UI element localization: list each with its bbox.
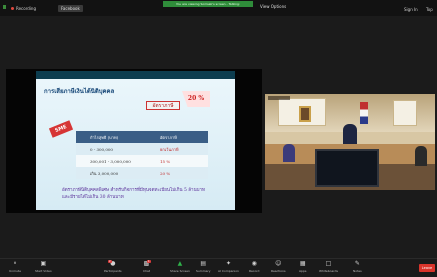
record-button[interactable]: ◉ Record	[249, 260, 260, 274]
toolbar-label: Notes	[353, 269, 362, 273]
shared-screen-panel: การเสียภาษีเงินได้นิติบุคคล อัตราภาษี 20…	[6, 69, 262, 213]
notes-icon: ✎	[354, 260, 360, 267]
table-cell: 20 %	[160, 170, 171, 176]
chat-button[interactable]: ▩ 1 Chat	[143, 260, 151, 273]
toolbar-label: Unmute	[9, 269, 21, 273]
tax-rate-table: กำไรสุทธิ (บาท) อัตราภาษี 0 - 300,000 ยก…	[76, 131, 208, 179]
notes-button[interactable]: ✎ Notes	[353, 260, 362, 274]
participants-button[interactable]: ● 2 Participants	[104, 260, 122, 273]
ai-companion-button[interactable]: ✦ AI Companion	[218, 260, 239, 274]
table-header-cell: กำไรสุทธิ (บาท)	[90, 134, 119, 140]
chat-badge: 1	[147, 260, 151, 263]
slide-note: อัตราภาษีนิติบุคคลพิเศษ สำหรับกิจการที่ม…	[62, 188, 205, 200]
presentation-slide: การเสียภาษีเงินได้นิติบุคคล อัตราภาษี 20…	[36, 71, 235, 210]
record-dot-icon	[11, 7, 14, 10]
whiteboard-icon: □	[325, 260, 332, 267]
toolbar-label: Apps	[299, 269, 307, 273]
share-screen-button[interactable]: ▲ Share Screen	[170, 260, 190, 274]
start-video-button[interactable]: ▣ Start Video	[35, 260, 52, 274]
video-name-tag	[268, 96, 290, 100]
toolbar-label: Whiteboards	[319, 269, 338, 273]
share-screen-icon: ▲	[177, 260, 183, 267]
security-shield-icon[interactable]	[3, 5, 6, 9]
toolbar-label: Record	[249, 269, 260, 273]
slide-rate-value: 20 %	[182, 91, 210, 107]
view-options-button[interactable]: View Options	[260, 4, 286, 9]
video-portrait	[299, 106, 311, 122]
toolbar-label: AI Companion	[218, 269, 239, 273]
toolbar-label: Reactions	[271, 269, 286, 273]
slide-rate-label: อัตราภาษี	[146, 101, 180, 110]
table-cell: ยกเว้นภาษี	[160, 146, 179, 152]
toolbar-label: Chat	[143, 269, 151, 273]
table-cell: 0 - 300,000	[90, 146, 113, 152]
leave-button[interactable]: Leave	[419, 264, 435, 272]
participant-video[interactable]	[265, 94, 435, 190]
participants-count: 2	[108, 260, 112, 263]
talking-banner: You are viewing Somsak's screen - Talkin…	[163, 1, 253, 7]
table-row: 300,001 - 3,000,000 15 %	[76, 155, 208, 167]
recording-label: Recording	[16, 6, 37, 11]
apps-icon: ▦	[299, 260, 306, 267]
video-person	[283, 144, 295, 162]
table-cell: 15 %	[160, 158, 171, 164]
video-board-right	[393, 100, 417, 126]
smile-icon: ☺	[275, 260, 282, 267]
summary-icon: ▤	[200, 260, 207, 267]
video-tv-screen	[315, 149, 379, 187]
toolbar-label: Start Video	[35, 269, 52, 273]
sme-tag: SME	[48, 120, 74, 138]
summary-button[interactable]: ▤ Summary	[196, 260, 211, 274]
table-row: 0 - 300,000 ยกเว้นภาษี	[76, 143, 208, 155]
camera-icon: ▣	[40, 260, 47, 267]
table-header-row: กำไรสุทธิ (บาท) อัตราภาษี	[76, 131, 208, 143]
toolbar-label: Participants	[104, 269, 122, 273]
top-bar: Recording Facebook You are viewing Somsa…	[0, 0, 437, 16]
table-cell: เกิน 3,000,000	[90, 170, 119, 176]
unmute-button[interactable]: ⚬ Unmute	[9, 260, 21, 274]
table-header-cell: อัตราภาษี	[160, 134, 177, 140]
meeting-toolbar: ⚬ Unmute ▣ Start Video ● 2 Participants …	[0, 258, 437, 277]
table-cell: 300,001 - 3,000,000	[90, 158, 131, 164]
reactions-button[interactable]: ☺ Reactions	[271, 260, 286, 274]
record-icon: ◉	[251, 260, 257, 267]
toolbar-label: Summary	[196, 269, 211, 273]
video-person	[343, 124, 357, 144]
video-person	[415, 146, 427, 166]
facebook-live-badge[interactable]: Facebook	[58, 5, 83, 12]
recording-indicator[interactable]: Recording	[11, 6, 36, 11]
whiteboards-button[interactable]: □ Whiteboards	[319, 260, 338, 274]
microphone-icon: ⚬	[12, 260, 18, 267]
table-row: เกิน 3,000,000 20 %	[76, 167, 208, 179]
zoom-meeting-window: Recording Facebook You are viewing Somsa…	[0, 0, 437, 277]
sign-in-button[interactable]: Sign In	[404, 7, 418, 12]
top-button[interactable]: Top	[426, 7, 433, 12]
toolbar-label: Share Screen	[170, 269, 190, 273]
ai-companion-icon: ✦	[225, 260, 231, 267]
slide-title: การเสียภาษีเงินได้นิติบุคคล	[44, 88, 115, 95]
video-flag	[360, 102, 368, 124]
apps-button[interactable]: ▦ Apps	[299, 260, 307, 274]
